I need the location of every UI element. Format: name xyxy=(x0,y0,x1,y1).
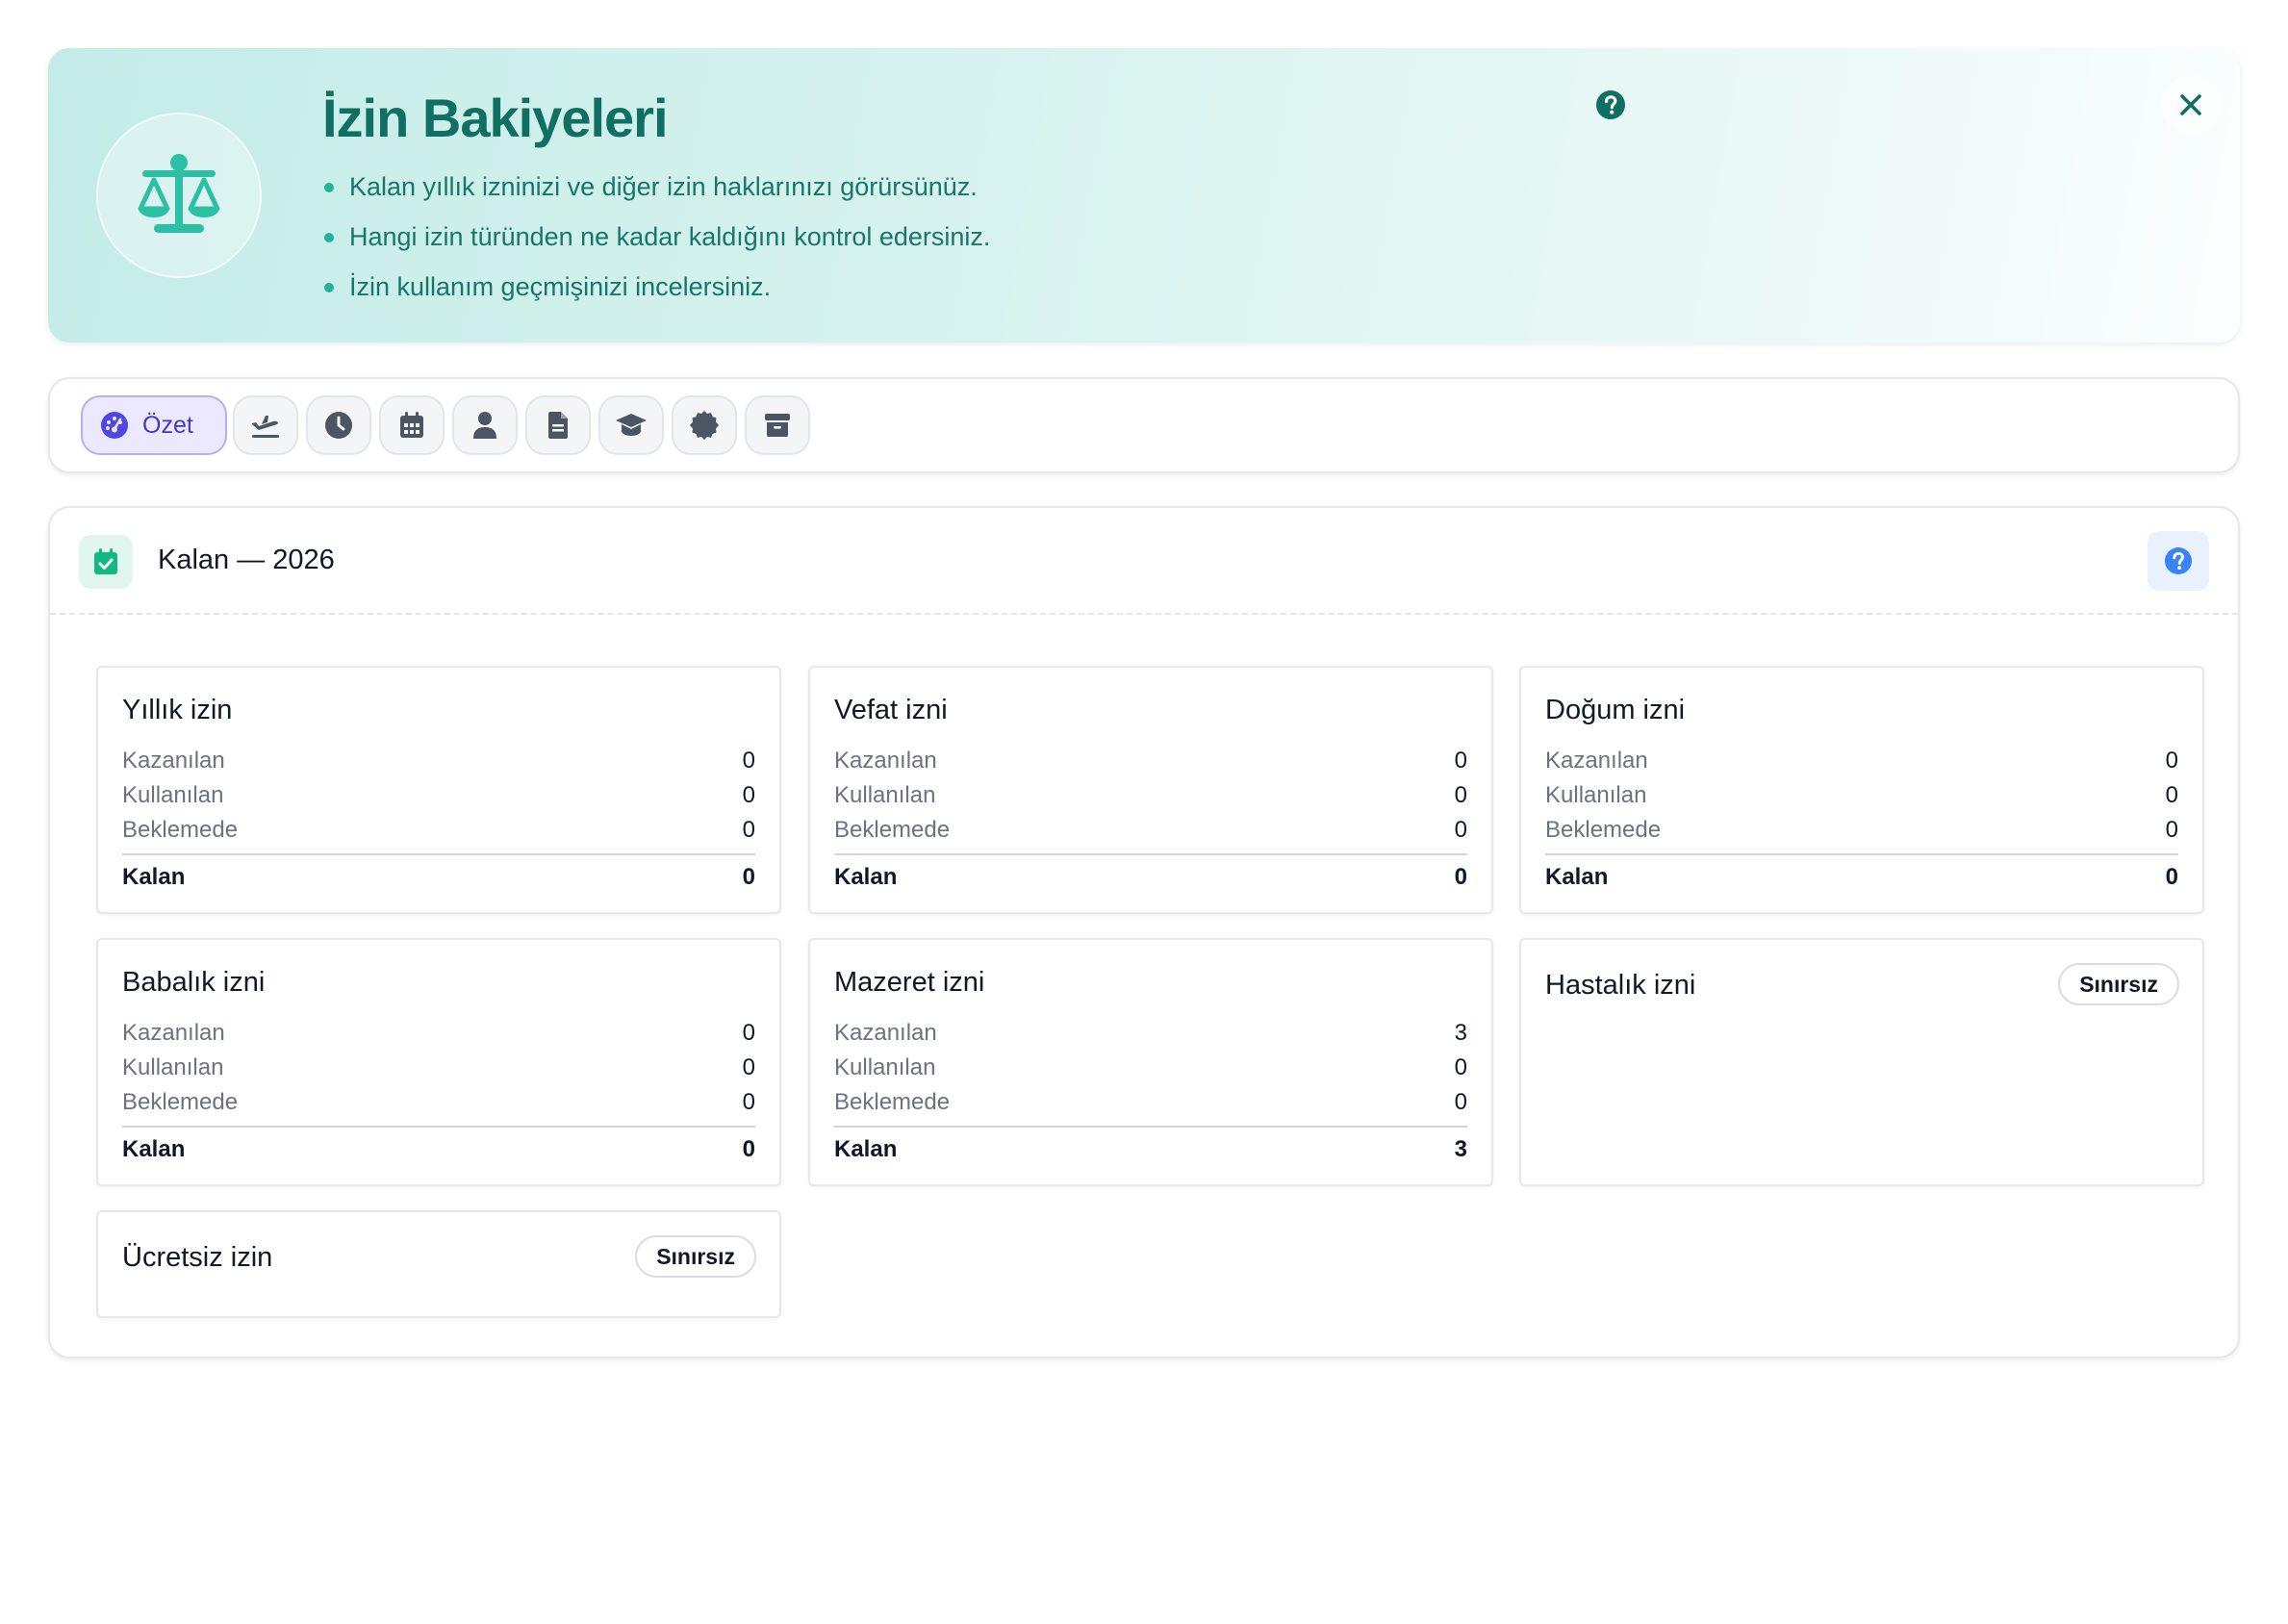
dashboard-gauge-icon xyxy=(101,412,128,439)
unlimited-badge: Sınırsız xyxy=(2058,963,2179,1005)
remaining-row: Kalan 0 xyxy=(834,853,1467,891)
remaining-row: Kalan 0 xyxy=(122,853,755,891)
pending-row: Beklemede 0 xyxy=(1545,817,2178,843)
card-title: Vefat izni xyxy=(834,695,948,725)
earned-row: Kazanılan 0 xyxy=(122,1020,755,1046)
document-icon xyxy=(548,412,568,439)
leave-card-paternity: Babalık izni Kazanılan 0 Kullanılan 0 Bekl… xyxy=(96,938,781,1186)
card-title: Mazeret izni xyxy=(834,967,985,998)
balances-panel: Kalan — 2026 Yıllık izin Kazanılan 0 Kull… xyxy=(48,506,2240,1358)
section-tab-bar: Özet xyxy=(48,377,2240,473)
leave-card-sick: Hastalık izni Sınırsız xyxy=(1519,938,2204,1186)
tab-travel[interactable] xyxy=(233,395,298,455)
unlimited-badge: Sınırsız xyxy=(635,1235,756,1278)
info-banner: İzin Bakiyeleri Kalan yıllık izninizi ve… xyxy=(48,48,2240,343)
card-title: Babalık izni xyxy=(122,967,266,998)
card-title: Yıllık izin xyxy=(122,695,233,725)
feature-item: İzin kullanım geçmişinizi incelersiniz. xyxy=(322,262,990,312)
tab-education[interactable] xyxy=(598,395,664,455)
used-row: Kullanılan 0 xyxy=(122,782,755,808)
graduation-cap-icon xyxy=(616,414,647,436)
feature-list: Kalan yıllık izninizi ve diğer izin hakl… xyxy=(322,162,990,312)
card-title: Ücretsiz izin xyxy=(122,1242,273,1273)
remaining-row: Kalan 0 xyxy=(1545,853,2178,891)
used-row: Kullanılan 0 xyxy=(1545,782,2178,808)
tab-label: Özet xyxy=(142,411,193,439)
page-title: İzin Bakiyeleri xyxy=(322,88,669,148)
leave-card-excuse: Mazeret izni Kazanılan 3 Kullanılan 0 Bekl… xyxy=(808,938,1493,1186)
close-button[interactable] xyxy=(2161,75,2221,135)
tab-calendar[interactable] xyxy=(379,395,445,455)
calendar-icon xyxy=(400,412,423,438)
plane-departure-icon xyxy=(252,416,279,438)
question-circle-icon xyxy=(1596,90,1625,119)
close-icon xyxy=(2180,94,2201,115)
question-circle-icon xyxy=(2165,547,2192,574)
used-row: Kullanılan 0 xyxy=(834,1054,1467,1080)
tab-profile[interactable] xyxy=(452,395,518,455)
pending-row: Beklemede 0 xyxy=(834,817,1467,843)
earned-row: Kazanılan 3 xyxy=(834,1020,1467,1046)
clock-icon xyxy=(325,412,352,439)
panel-title: Kalan — 2026 xyxy=(158,545,335,575)
leave-card-unpaid: Ücretsiz izin Sınırsız xyxy=(96,1210,781,1318)
tab-documents[interactable] xyxy=(525,395,591,455)
calendar-check-icon xyxy=(79,535,133,589)
tab-archive[interactable] xyxy=(745,395,810,455)
feature-item: Kalan yıllık izninizi ve diğer izin hakl… xyxy=(322,162,990,212)
feature-item: Hangi izin türünden ne kadar kaldığını k… xyxy=(322,212,990,262)
panel-help-button[interactable] xyxy=(2148,531,2209,591)
tab-hours[interactable] xyxy=(306,395,371,455)
panel-header: Kalan — 2026 xyxy=(50,508,2238,615)
pending-row: Beklemede 0 xyxy=(122,817,755,843)
pending-row: Beklemede 0 xyxy=(122,1089,755,1115)
help-button[interactable] xyxy=(1581,75,1640,135)
tab-certificates[interactable] xyxy=(672,395,737,455)
pending-row: Beklemede 0 xyxy=(834,1089,1467,1115)
card-title: Doğum izni xyxy=(1545,695,1686,725)
earned-row: Kazanılan 0 xyxy=(834,748,1467,774)
remaining-row: Kalan 0 xyxy=(122,1126,755,1163)
card-title: Hastalık izni xyxy=(1545,970,1696,1001)
leave-card-maternity: Doğum izni Kazanılan 0 Kullanılan 0 Beklem… xyxy=(1519,666,2204,914)
earned-row: Kazanılan 0 xyxy=(1545,748,2178,774)
archive-box-icon xyxy=(765,414,790,437)
remaining-row: Kalan 3 xyxy=(834,1126,1467,1163)
used-row: Kullanılan 0 xyxy=(122,1054,755,1080)
user-icon xyxy=(473,412,496,439)
balance-scale-icon xyxy=(96,113,262,278)
leave-card-annual: Yıllık izin Kazanılan 0 Kullanılan 0 Bekle… xyxy=(96,666,781,914)
used-row: Kullanılan 0 xyxy=(834,782,1467,808)
earned-row: Kazanılan 0 xyxy=(122,748,755,774)
gear-badge-icon xyxy=(690,411,719,440)
leave-card-bereavement: Vefat izni Kazanılan 0 Kullanılan 0 Beklem… xyxy=(808,666,1493,914)
tab-ozet[interactable]: Özet xyxy=(81,395,227,455)
